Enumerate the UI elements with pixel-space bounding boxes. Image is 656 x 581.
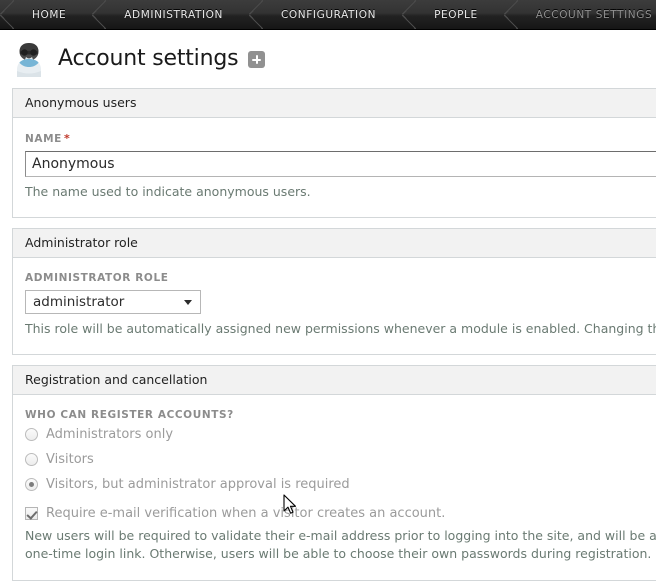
toolbar-item-label: HOME (32, 8, 67, 21)
radio-visitors-admin-approval[interactable]: Visitors, but administrator approval is … (25, 477, 656, 492)
toolbar-separator (92, 0, 107, 29)
fieldset-registration-cancellation: Registration and cancellation WHO CAN RE… (12, 365, 656, 581)
toolbar-item-account-settings[interactable]: ACCOUNT SETTINGS (518, 0, 656, 29)
toolbar-separator (503, 0, 518, 29)
radio-visitors[interactable]: Visitors (25, 452, 656, 467)
radio-administrators-only[interactable]: Administrators only (25, 427, 656, 442)
toolbar-item-label: CONFIGURATION (281, 8, 377, 21)
fieldset-body-registration-cancellation: WHO CAN REGISTER ACCOUNTS? Administrator… (13, 395, 656, 579)
fieldset-anonymous-users: Anonymous users NAME* The name used to i… (12, 88, 656, 219)
fieldset-administrator-role: Administrator role ADMINISTRATOR ROLE ad… (12, 228, 656, 356)
toolbar-separator (249, 0, 263, 29)
administrator-role-select[interactable]: administrator (25, 290, 201, 315)
fieldset-legend-administrator-role: Administrator role (13, 229, 656, 259)
radio-label: Visitors (46, 452, 94, 468)
name-field-label: NAME * (25, 132, 656, 145)
page-title: Account settings (58, 46, 239, 71)
radio-label: Visitors, but administrator approval is … (46, 477, 350, 493)
radio-label: Administrators only (46, 427, 174, 443)
checkbox-label: Require e-mail verification when a visit… (46, 506, 446, 522)
user-avatar-icon (12, 41, 46, 77)
administrator-role-label: ADMINISTRATOR ROLE (25, 272, 169, 285)
fieldset-legend-anonymous-users: Anonymous users (13, 89, 656, 118)
fieldset-body-administrator-role: ADMINISTRATOR ROLE administrator This ro… (13, 258, 656, 354)
radio-icon[interactable] (25, 428, 38, 442)
checkbox-icon-checked[interactable] (25, 507, 38, 521)
toolbar-item-label: ACCOUNT SETTINGS (535, 8, 653, 21)
toolbar-separator (402, 0, 417, 29)
radio-icon[interactable] (25, 453, 38, 467)
admin-toolbar: HOME ADMINISTRATION CONFIGURATION PEOPLE… (0, 0, 656, 30)
who-can-register-label: WHO CAN REGISTER ACCOUNTS? (25, 409, 234, 422)
toolbar-item-administration[interactable]: ADMINISTRATION (106, 0, 249, 29)
toolbar-item-label: ADMINISTRATION (124, 8, 223, 21)
page-header: Account settings (0, 30, 656, 88)
toolbar-item-label: PEOPLE (434, 8, 478, 21)
email-verification-description: New users will be required to validate t… (25, 528, 656, 562)
name-field-description: The name used to indicate anonymous user… (25, 184, 311, 199)
name-label-text: NAME (25, 133, 62, 145)
anonymous-name-input[interactable] (25, 151, 656, 177)
administrator-role-select-wrap: administrator (25, 290, 201, 315)
required-marker: * (63, 132, 71, 145)
main-content: Anonymous users NAME* The name used to i… (0, 88, 656, 581)
fieldset-body-anonymous-users: NAME* The name used to indicate anonymou… (13, 118, 656, 217)
toolbar-item-home[interactable]: HOME (14, 0, 92, 29)
administrator-role-description: This role will be automatically assigned… (25, 321, 656, 337)
toolbar-item-configuration[interactable]: CONFIGURATION (263, 0, 402, 29)
fieldset-legend-registration-cancellation: Registration and cancellation (13, 366, 656, 396)
add-icon[interactable] (248, 50, 266, 68)
toolbar-item-people[interactable]: PEOPLE (416, 0, 504, 29)
checkbox-require-email-verification[interactable]: Require e-mail verification when a visit… (25, 506, 656, 521)
toolbar-separator (0, 0, 14, 29)
radio-icon-selected[interactable] (25, 478, 38, 492)
